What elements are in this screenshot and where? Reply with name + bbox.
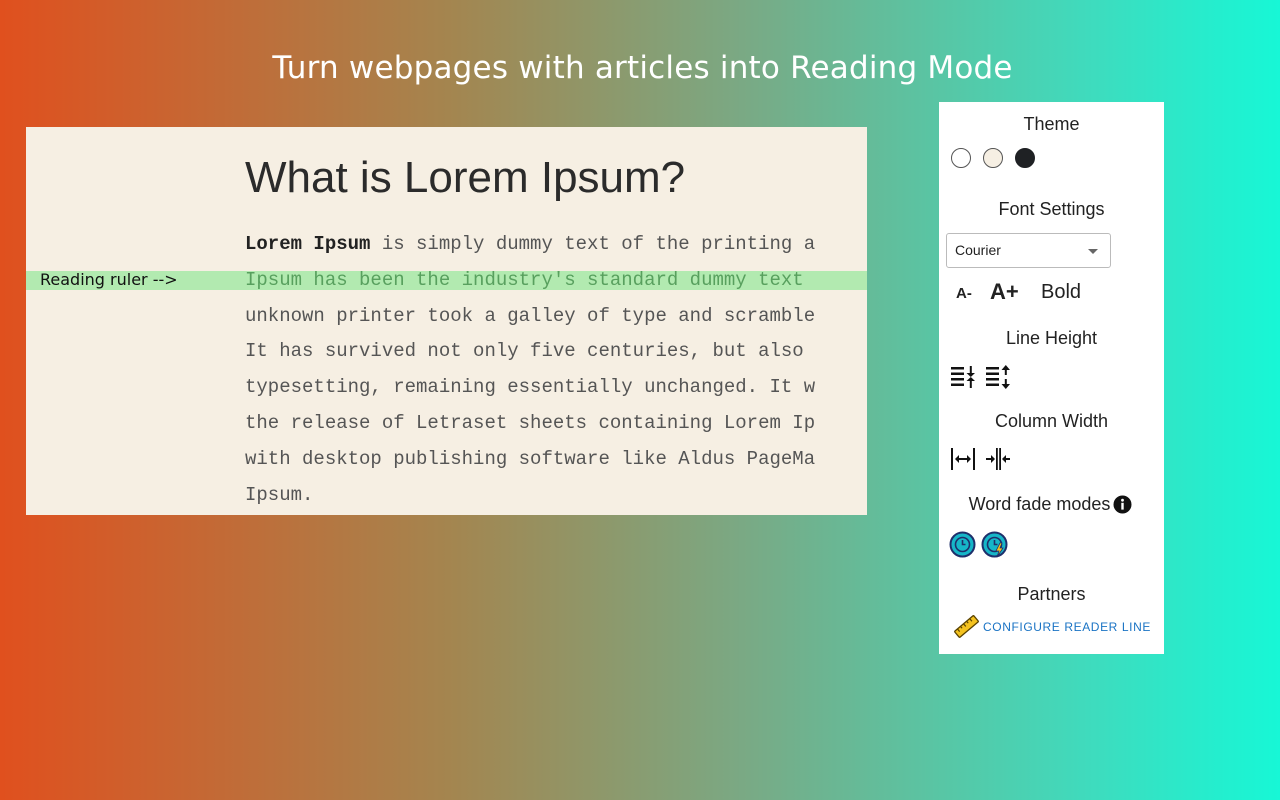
column-width-title: Column Width — [994, 411, 1109, 431]
article-line: typesetting, remaining essentially uncha… — [245, 376, 816, 399]
chevron-down-icon — [1088, 249, 1098, 254]
bold-toggle-button[interactable]: Bold — [1041, 281, 1081, 304]
article-bold-term: Lorem Ipsum — [245, 233, 371, 255]
font-family-value: Courier — [955, 242, 1001, 258]
theme-light-swatch[interactable] — [951, 148, 971, 168]
article-line: Ipsum. — [245, 483, 314, 506]
article-body: Lorem Ipsum is simply dummy text of the … — [245, 227, 867, 513]
reading-ruler-label: Reading ruler --> — [40, 270, 178, 289]
article-line-text: is simply dummy text of the printing a — [370, 233, 816, 255]
theme-title: Theme — [1023, 114, 1080, 134]
ruler-icon — [954, 615, 979, 638]
word-fade-speed-icon[interactable] — [981, 531, 1008, 558]
configure-reader-line-link[interactable]: CONFIGURE READER LINE — [983, 620, 1151, 634]
article-line: unknown printer took a galley of type an… — [245, 304, 816, 327]
article-line-highlighted: Ipsum has been the industry's standard d… — [245, 268, 804, 291]
info-icon[interactable] — [1113, 495, 1132, 514]
settings-panel: Theme Font Settings Courier A- A+ Bold L… — [939, 102, 1164, 654]
font-decrease-button[interactable]: A- — [956, 285, 972, 302]
word-fade-timer-icon[interactable] — [949, 531, 976, 558]
theme-sepia-swatch[interactable] — [983, 148, 1003, 168]
article-line: It has survived not only five centuries,… — [245, 340, 804, 363]
font-family-select[interactable]: Courier — [946, 233, 1111, 268]
font-settings-title: Font Settings — [998, 199, 1105, 219]
article-line: with desktop publishing software like Al… — [245, 447, 816, 470]
theme-dark-swatch[interactable] — [1015, 148, 1035, 168]
article-title: What is Lorem Ipsum? — [245, 153, 686, 202]
line-height-increase-icon[interactable] — [985, 364, 1011, 390]
column-widen-icon[interactable] — [950, 447, 976, 471]
line-height-title: Line Height — [1005, 328, 1098, 348]
column-narrow-icon[interactable] — [985, 447, 1011, 471]
partners-title: Partners — [1017, 584, 1086, 604]
article-line: Lorem Ipsum is simply dummy text of the … — [245, 227, 867, 263]
font-increase-button[interactable]: A+ — [990, 279, 1019, 305]
article-line: the release of Letraset sheets containin… — [245, 411, 816, 434]
article-preview: What is Lorem Ipsum? Reading ruler --> L… — [26, 127, 867, 515]
headline: Turn webpages with articles into Reading… — [272, 50, 1013, 86]
line-height-decrease-icon[interactable] — [950, 364, 976, 390]
